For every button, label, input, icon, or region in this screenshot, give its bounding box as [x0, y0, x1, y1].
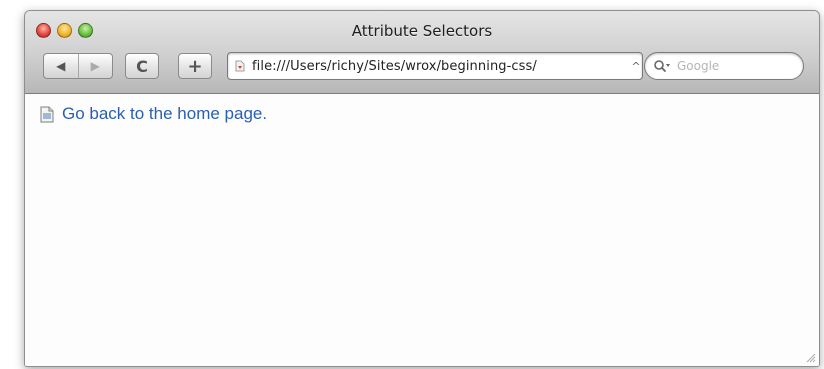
back-arrow-icon: ◀: [56, 59, 66, 73]
home-link-row: Go back to the home page.: [40, 104, 267, 124]
address-bar[interactable]: file:///Users/richy/Sites/wrox/beginning…: [227, 52, 643, 80]
url-text[interactable]: file:///Users/richy/Sites/wrox/beginning…: [252, 59, 630, 74]
add-bookmark-icon: +: [187, 55, 203, 77]
reload-icon: C: [136, 56, 148, 76]
add-bookmark-button[interactable]: +: [178, 53, 212, 79]
document-icon: [40, 106, 54, 122]
forward-arrow-icon: ▶: [90, 59, 100, 73]
resize-grip-icon[interactable]: [804, 351, 816, 363]
forward-button[interactable]: ▶: [79, 54, 113, 78]
window-toolbar: Attribute Selectors ◀ ▶ C + file:///User…: [25, 11, 819, 94]
search-field[interactable]: [644, 52, 804, 80]
page-content: Go back to the home page.: [25, 94, 819, 366]
search-input[interactable]: [677, 59, 787, 73]
back-forward-buttons: ◀ ▶: [43, 53, 113, 79]
home-page-link[interactable]: Go back to the home page.: [62, 104, 267, 124]
window-title: Attribute Selectors: [351, 22, 493, 40]
back-button[interactable]: ◀: [44, 54, 79, 78]
file-favicon-icon: [235, 60, 245, 72]
url-history-caret[interactable]: ^: [630, 60, 642, 73]
reload-button[interactable]: C: [125, 53, 159, 79]
browser-window: Attribute Selectors ◀ ▶ C + file:///User…: [24, 10, 820, 367]
search-icon[interactable]: [653, 59, 671, 73]
